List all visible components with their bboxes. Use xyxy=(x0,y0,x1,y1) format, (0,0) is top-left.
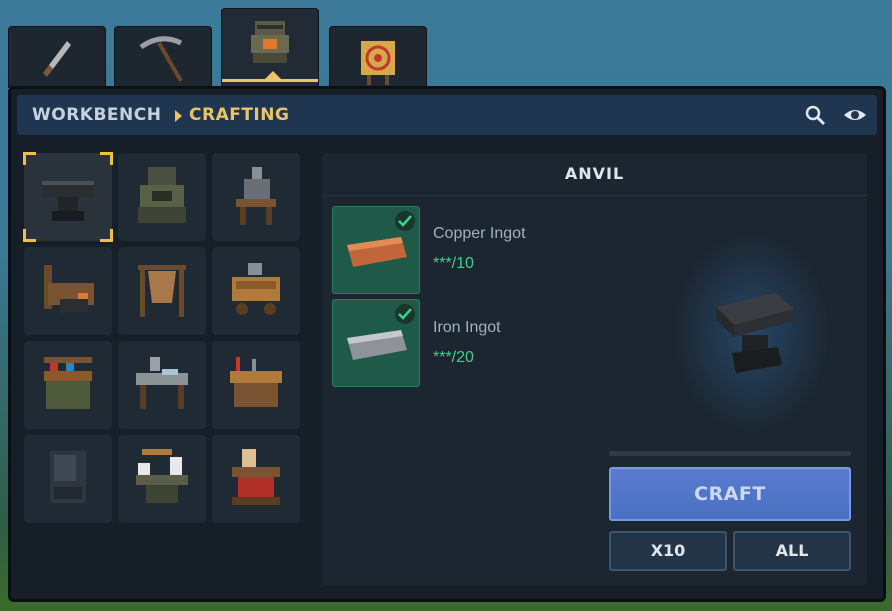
target-icon xyxy=(361,41,395,85)
knife-icon xyxy=(43,41,71,77)
craft-x10-button[interactable]: X10 xyxy=(609,531,727,571)
selection-corner xyxy=(100,229,113,242)
selection-corner xyxy=(100,152,113,165)
ingredient-name: Copper Ingot xyxy=(433,225,526,242)
copper-ingot-icon xyxy=(347,237,407,267)
craft-progress-bar xyxy=(609,451,851,456)
breadcrumb-workbench[interactable]: WORKBENCH xyxy=(32,105,161,125)
armor-stand-icon xyxy=(236,167,276,225)
tab-workbench[interactable] xyxy=(221,8,319,88)
tool-bench-icon xyxy=(232,263,280,315)
crafting-panel: WORKBENCH CRAFTING ANVIL Copper Ingot **… xyxy=(8,86,886,602)
check-icon xyxy=(395,211,415,231)
craft-button[interactable]: CRAFT xyxy=(609,467,851,521)
breadcrumb-crafting: CRAFTING xyxy=(189,105,290,125)
tab-weapons[interactable] xyxy=(8,26,106,88)
ingredient-slot-copper[interactable] xyxy=(332,206,420,294)
breadcrumb: WORKBENCH CRAFTING xyxy=(17,95,877,135)
recipe-slot-tool-bench[interactable] xyxy=(212,247,300,335)
recipe-slot-cooking-station[interactable] xyxy=(212,435,300,523)
alchemy-table-icon xyxy=(44,357,92,409)
selection-corner xyxy=(23,229,36,242)
recipe-slot-carpentry-bench[interactable] xyxy=(212,341,300,429)
ingredient-quantity: ***/20 xyxy=(433,349,474,366)
cooking-station-icon xyxy=(232,449,280,505)
tab-tools[interactable] xyxy=(114,26,212,88)
recipe-slot-anvil[interactable] xyxy=(23,152,113,242)
tailoring-table-icon xyxy=(136,357,188,409)
recipe-slot-tanning-rack[interactable] xyxy=(118,247,206,335)
iron-ingot-icon xyxy=(347,330,407,360)
anvil-icon xyxy=(42,181,94,221)
ingredient-quantity: ***/10 xyxy=(433,255,474,272)
selection-corner xyxy=(23,152,36,165)
potion-table-icon xyxy=(136,449,188,503)
smithing-station-icon xyxy=(44,265,94,313)
locker-icon xyxy=(50,451,86,503)
craft-all-button[interactable]: ALL xyxy=(733,531,851,571)
active-tab-pointer xyxy=(265,71,281,79)
recipe-slot-potion-table[interactable] xyxy=(118,435,206,523)
furnace-icon xyxy=(138,167,186,223)
anvil-icon xyxy=(716,293,794,373)
breadcrumb-arrow-icon xyxy=(175,110,182,122)
recipe-slot-locker[interactable] xyxy=(24,435,112,523)
tab-target[interactable] xyxy=(329,26,427,88)
check-icon xyxy=(395,304,415,324)
recipe-detail: ANVIL Copper Ingot ***/10 Iron Ingot ***… xyxy=(322,153,867,585)
workbench-icon xyxy=(251,21,289,63)
recipe-slot-furnace[interactable] xyxy=(118,153,206,241)
carpentry-bench-icon xyxy=(230,357,282,407)
search-icon[interactable] xyxy=(803,103,827,127)
ingredient-name: Iron Ingot xyxy=(433,319,501,336)
recipe-slot-armor-stand[interactable] xyxy=(212,153,300,241)
recipe-title: ANVIL xyxy=(322,153,867,196)
tanning-rack-icon xyxy=(138,265,186,317)
active-tab-underline xyxy=(222,79,318,82)
ingredient-slot-iron[interactable] xyxy=(332,299,420,387)
recipe-slot-alchemy-table[interactable] xyxy=(24,341,112,429)
eye-icon[interactable] xyxy=(843,103,867,127)
recipe-slot-tailoring-table[interactable] xyxy=(118,341,206,429)
pickaxe-icon xyxy=(139,36,183,83)
recipe-slot-smithing-station[interactable] xyxy=(24,247,112,335)
